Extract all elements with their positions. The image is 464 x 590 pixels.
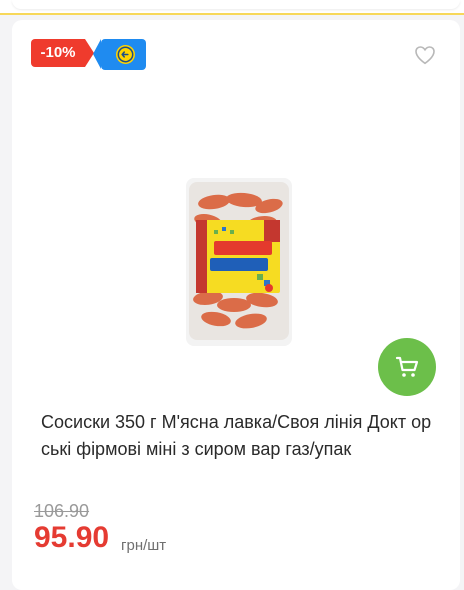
promo-badge — [93, 39, 146, 70]
section-divider — [0, 13, 464, 15]
price-unit: грн/шт — [121, 537, 167, 554]
add-to-cart-button[interactable] — [378, 338, 436, 396]
product-title[interactable]: Сосиски 350 г М'ясна лавка/Своя лінія До… — [41, 409, 433, 463]
cart-icon — [395, 356, 419, 377]
current-price: 95.90 — [34, 521, 110, 554]
favorite-heart-icon[interactable] — [413, 44, 437, 66]
coin-arrow-icon — [116, 45, 135, 64]
discount-badge: -10% — [31, 39, 94, 67]
old-price: 106.90 — [34, 501, 90, 521]
previous-card-edge — [12, 0, 460, 9]
product-image[interactable] — [186, 178, 292, 346]
